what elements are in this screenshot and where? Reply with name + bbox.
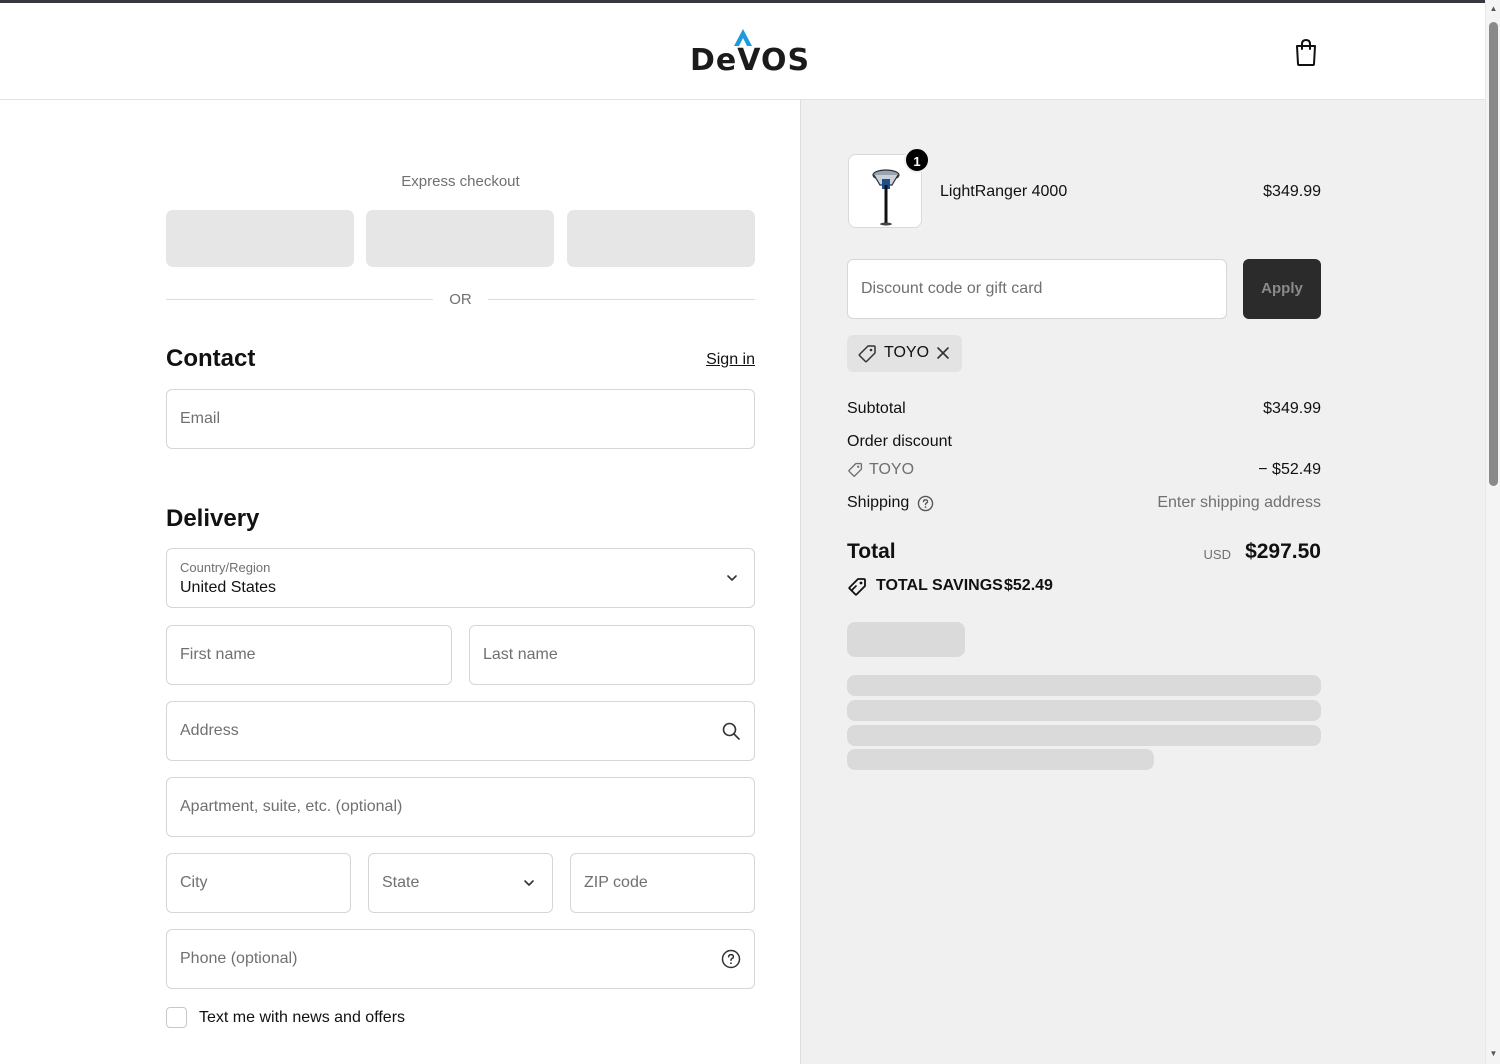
brand-logo[interactable]: DeVOS (690, 29, 811, 79)
product-name: LightRanger 4000 (940, 183, 1068, 200)
order-summary: 1 LightRanger 4000 $349.99 Discount code… (800, 100, 1485, 1064)
express-pay-button-3[interactable] (567, 210, 755, 267)
applied-code-text: TOYO (884, 344, 930, 361)
express-pay-button-2[interactable] (366, 210, 554, 267)
country-select[interactable]: Country/Region United States (166, 548, 755, 608)
savings-tag-icon (848, 578, 866, 596)
country-label: Country/Region (180, 560, 271, 575)
last-name-placeholder: Last name (483, 646, 558, 663)
shipping-value: Enter shipping address (1157, 494, 1321, 511)
first-name-placeholder: First name (180, 646, 256, 663)
loading-skeleton-button (847, 622, 965, 657)
tag-icon (858, 345, 876, 363)
sms-optin-label: Text me with news and offers (199, 1009, 406, 1026)
chevron-down-icon (727, 575, 737, 581)
savings-value: $52.49 (1004, 577, 1053, 594)
quantity-badge: 1 (904, 147, 930, 173)
express-pay-button-1[interactable] (166, 210, 354, 267)
sms-optin: Text me with news and offers (166, 1005, 566, 1029)
address-placeholder: Address (180, 722, 239, 739)
apartment-field[interactable]: Apartment, suite, etc. (optional) (166, 777, 755, 837)
phone-placeholder: Phone (optional) (180, 950, 298, 967)
total-savings-row: TOTAL SAVINGS $52.49 (847, 576, 1321, 598)
apartment-placeholder: Apartment, suite, etc. (optional) (180, 798, 403, 815)
tag-icon (848, 462, 863, 477)
loading-skeleton-line (847, 675, 1321, 696)
page-scrollbar[interactable]: ▲ ▼ (1485, 0, 1500, 1064)
zip-field[interactable]: ZIP code (570, 853, 755, 913)
city-placeholder: City (180, 874, 208, 891)
contact-title: Contact (166, 345, 256, 372)
close-icon[interactable] (934, 344, 952, 362)
express-checkout-title: Express checkout (401, 173, 520, 190)
address-field[interactable]: Address (166, 701, 755, 761)
city-field[interactable]: City (166, 853, 351, 913)
total-label: Total (847, 540, 896, 563)
help-circle-icon[interactable] (721, 949, 741, 969)
total-row: Total USD $297.50 (847, 538, 1321, 568)
or-divider: OR (166, 290, 755, 310)
order-discount-row: Order discount (847, 433, 1321, 455)
chevron-down-icon (524, 880, 534, 886)
shipping-label: Shipping (847, 494, 910, 511)
state-select[interactable]: State (368, 853, 553, 913)
subtotal-row: Subtotal $349.99 (847, 400, 1321, 422)
phone-field[interactable]: Phone (optional) (166, 929, 755, 989)
loading-skeleton-line (847, 700, 1321, 721)
total-currency: USD (1203, 547, 1231, 562)
order-discount-code-row: TOYO − $52.49 (847, 461, 1321, 483)
sms-optin-checkbox[interactable] (166, 1007, 187, 1028)
order-discount-label: Order discount (847, 433, 952, 450)
scrollbar-thumb[interactable] (1489, 22, 1498, 486)
scroll-up-arrow-icon[interactable]: ▲ (1489, 5, 1498, 13)
applied-discount-chip: TOYO (847, 335, 962, 372)
country-value: United States (180, 579, 277, 596)
zip-placeholder: ZIP code (584, 874, 648, 891)
search-icon (722, 722, 740, 740)
loading-skeleton-line (847, 749, 1154, 770)
last-name-field[interactable]: Last name (469, 625, 755, 685)
delivery-title: Delivery (166, 505, 260, 532)
subtotal-label: Subtotal (847, 400, 906, 417)
scroll-down-arrow-icon[interactable]: ▼ (1489, 1050, 1498, 1058)
order-discount-code: TOYO (869, 461, 915, 478)
checkout-form: Express checkout OR Contact Sign in Emai… (0, 100, 800, 1064)
subtotal-value: $349.99 (1263, 400, 1321, 417)
discount-placeholder: Discount code or gift card (861, 280, 1043, 297)
shopping-bag-icon (1296, 38, 1316, 66)
state-placeholder: State (382, 874, 420, 891)
apply-discount-button[interactable]: Apply (1243, 259, 1321, 319)
divider-line-right (488, 299, 755, 300)
total-value: $297.50 (1245, 540, 1321, 563)
product-price: $349.99 (1263, 183, 1321, 200)
loading-skeleton-line (847, 725, 1321, 746)
discount-code-input[interactable]: Discount code or gift card (847, 259, 1227, 319)
first-name-field[interactable]: First name (166, 625, 452, 685)
email-placeholder: Email (180, 410, 221, 427)
cart-button[interactable] (1292, 37, 1320, 67)
site-header: DeVOS (0, 3, 1485, 100)
sign-in-link[interactable]: Sign in (690, 351, 755, 369)
savings-label: TOTAL SAVINGS (876, 577, 1003, 594)
shipping-row: Shipping Enter shipping address (847, 494, 1321, 516)
order-discount-value: − $52.49 (1258, 461, 1321, 478)
logo-text: DeVOS (690, 43, 811, 78)
email-field[interactable]: Email (166, 389, 755, 449)
help-circle-icon[interactable] (917, 495, 934, 512)
